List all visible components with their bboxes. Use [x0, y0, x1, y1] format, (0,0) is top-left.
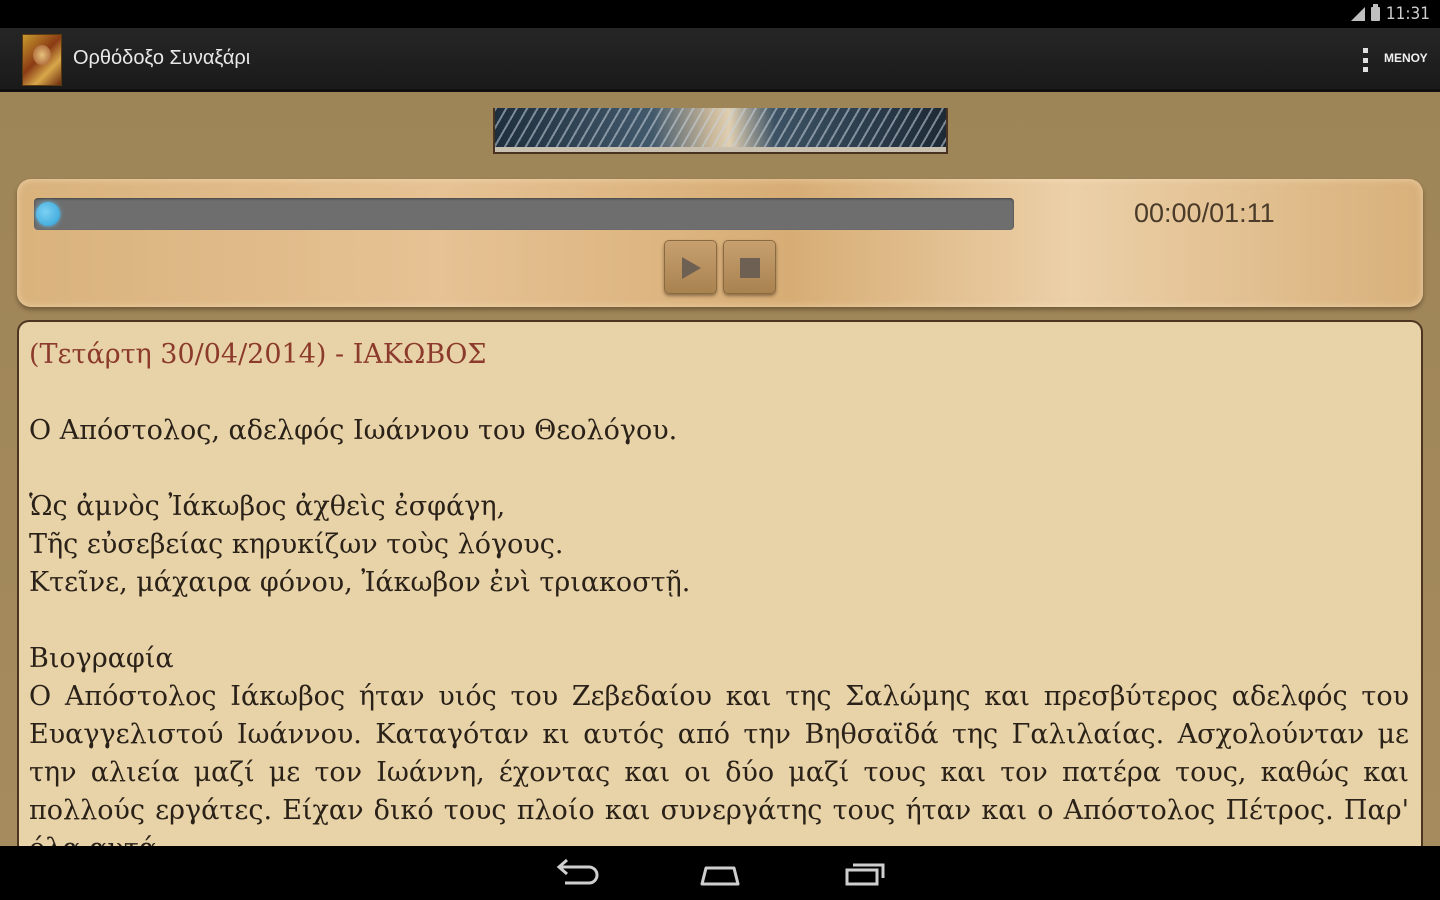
- verse-line: Τῆς εὐσεβείας κηρυκίζων τοὺς λόγους.: [29, 529, 564, 560]
- recent-apps-icon[interactable]: [835, 856, 895, 890]
- battery-icon: [1370, 4, 1380, 21]
- date-line: (Τετάρτη 30/04/2014) - ΙΑΚΩΒΟΣ: [29, 339, 487, 370]
- status-clock: 11:31: [1385, 4, 1430, 24]
- verse-line: Ὡς ἀμνὸς Ἰάκωβος ἀχθεὶς ἐσφάγη,: [29, 491, 506, 522]
- stop-icon: [740, 258, 760, 278]
- audio-player: 00:00/01:11: [17, 179, 1423, 307]
- play-icon: [682, 257, 701, 279]
- content-area: 00:00/01:11 (Τετάρτη 30/04/2014) - ΙΑΚΩΒ…: [0, 92, 1440, 846]
- overflow-menu-icon[interactable]: [1358, 46, 1372, 74]
- action-bar: Ορθόδοξο Συναξάρι ΜΕΝΟΥ: [0, 28, 1440, 92]
- back-icon[interactable]: [547, 856, 607, 890]
- stop-button[interactable]: [723, 240, 776, 294]
- app-icon[interactable]: [22, 34, 62, 86]
- bio-text: Ο Απόστολος Ιάκωβος ήταν υιός του Ζεβεδα…: [29, 681, 1409, 846]
- reading-text: (Τετάρτη 30/04/2014) - ΙΑΚΩΒΟΣ Ο Απόστολ…: [29, 336, 1409, 846]
- navigation-bar: [0, 846, 1440, 900]
- saint-subtitle: Ο Απόστολος, αδελφός Ιωάννου του Θεολόγο…: [29, 415, 678, 446]
- bio-heading: Βιογραφία: [29, 643, 174, 674]
- seek-bar[interactable]: [34, 198, 1014, 230]
- time-label: 00:00/01:11: [1134, 198, 1275, 228]
- icon-banner-image: [493, 108, 948, 154]
- overflow-dot: [1362, 48, 1368, 53]
- status-icons: 11:31: [1350, 4, 1430, 24]
- reading-panel[interactable]: (Τετάρτη 30/04/2014) - ΙΑΚΩΒΟΣ Ο Απόστολ…: [17, 320, 1423, 846]
- signal-icon: [1350, 7, 1365, 21]
- verse-line: Κτεῖνε, μάχαιρα φόνου, Ἰάκωβον ἐνὶ τριακ…: [29, 567, 691, 598]
- banner-art: [495, 108, 946, 152]
- banner-base: [495, 147, 946, 152]
- overflow-dot: [1362, 67, 1368, 72]
- overflow-dot: [1362, 57, 1368, 63]
- play-button[interactable]: [664, 240, 717, 294]
- app-title: Ορθόδοξο Συναξάρι: [73, 47, 251, 69]
- menu-button[interactable]: ΜΕΝΟΥ: [1384, 51, 1428, 65]
- home-icon[interactable]: [690, 856, 750, 890]
- seek-thumb[interactable]: [36, 202, 60, 226]
- status-bar: 11:31: [0, 0, 1440, 28]
